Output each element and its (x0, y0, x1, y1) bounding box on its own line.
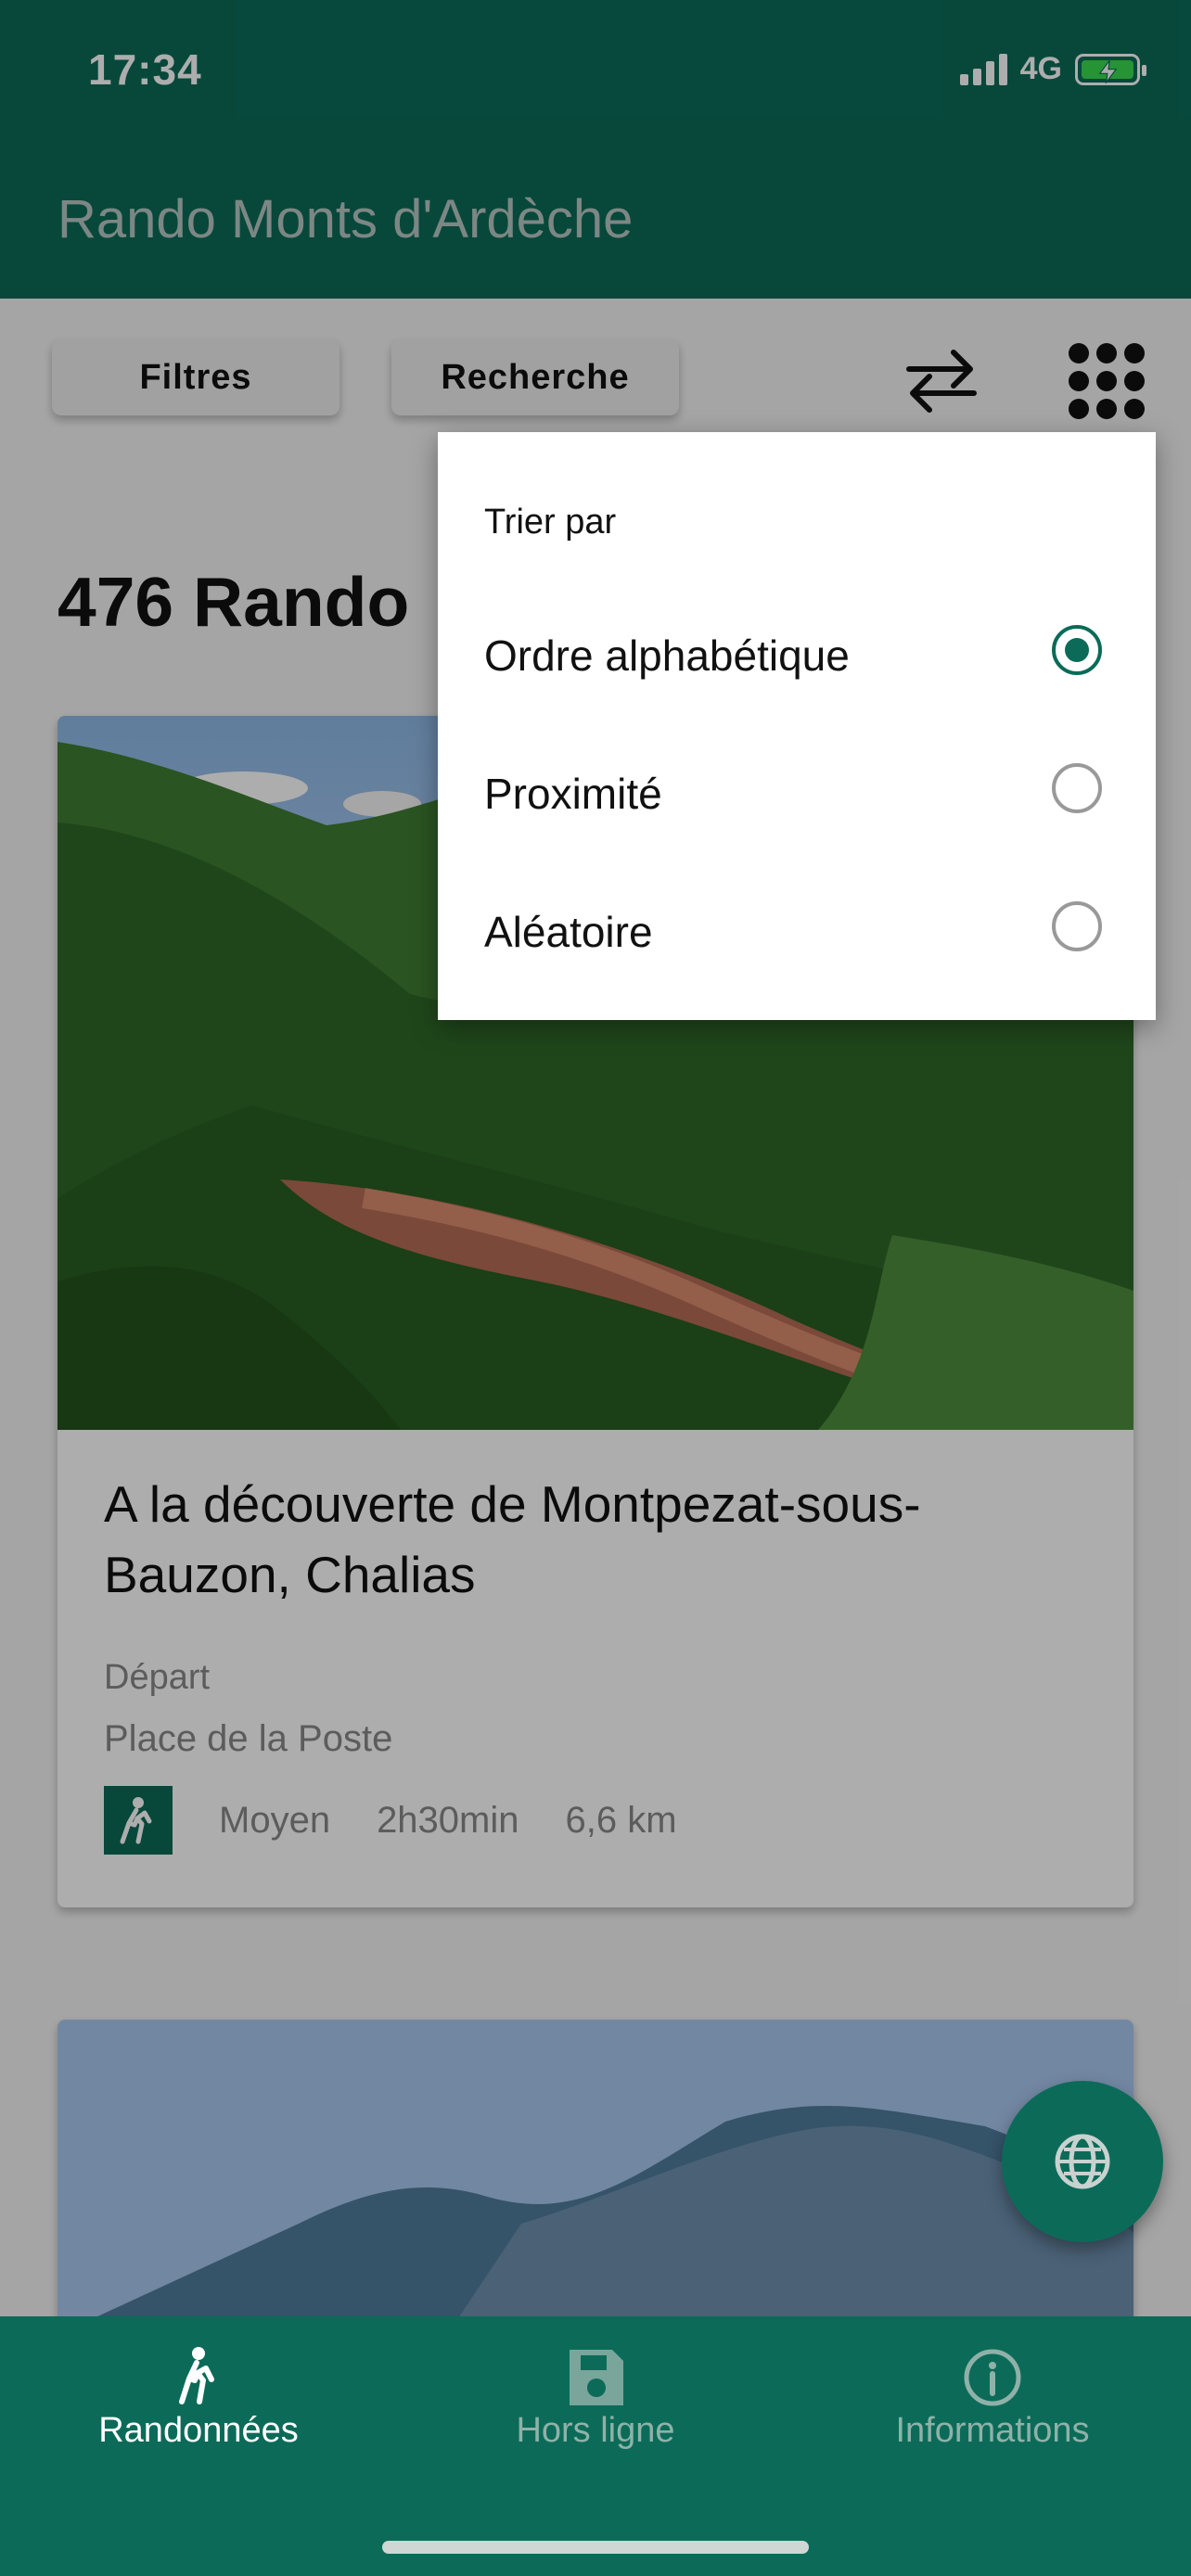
sort-menu-title: Trier par (484, 503, 617, 542)
sort-option-label: Aléatoire (484, 908, 653, 956)
nav-label: Randonnées (98, 2411, 299, 2450)
sort-option-random[interactable]: Aléatoire (438, 864, 1156, 994)
radio-unselected-icon[interactable] (1052, 901, 1102, 951)
radio-selected-icon[interactable] (1052, 625, 1102, 675)
sort-option-alphabetical[interactable]: Ordre alphabétique (438, 588, 1156, 718)
nav-label: Hors ligne (516, 2411, 675, 2450)
sort-option-label: Ordre alphabétique (484, 631, 850, 680)
radio-unselected-icon[interactable] (1052, 763, 1102, 813)
info-icon (964, 2349, 1021, 2406)
globe-button[interactable] (1002, 2081, 1163, 2242)
nav-hors-ligne[interactable]: Hors ligne (397, 2316, 794, 2502)
sort-option-proximity[interactable]: Proximité (438, 726, 1156, 856)
hiker-icon (179, 2347, 214, 2404)
sort-menu: Trier par Ordre alphabétique Proximité A… (438, 432, 1156, 1020)
save-icon (570, 2350, 623, 2405)
sort-option-label: Proximité (484, 770, 662, 818)
nav-label: Informations (895, 2411, 1090, 2450)
globe-icon (1055, 2134, 1110, 2189)
nav-informations[interactable]: Informations (794, 2316, 1191, 2502)
home-indicator[interactable] (382, 2541, 809, 2554)
bottom-navigation: Randonnées Hors ligne Informations (0, 2316, 1191, 2576)
nav-randonnees[interactable]: Randonnées (0, 2316, 397, 2502)
